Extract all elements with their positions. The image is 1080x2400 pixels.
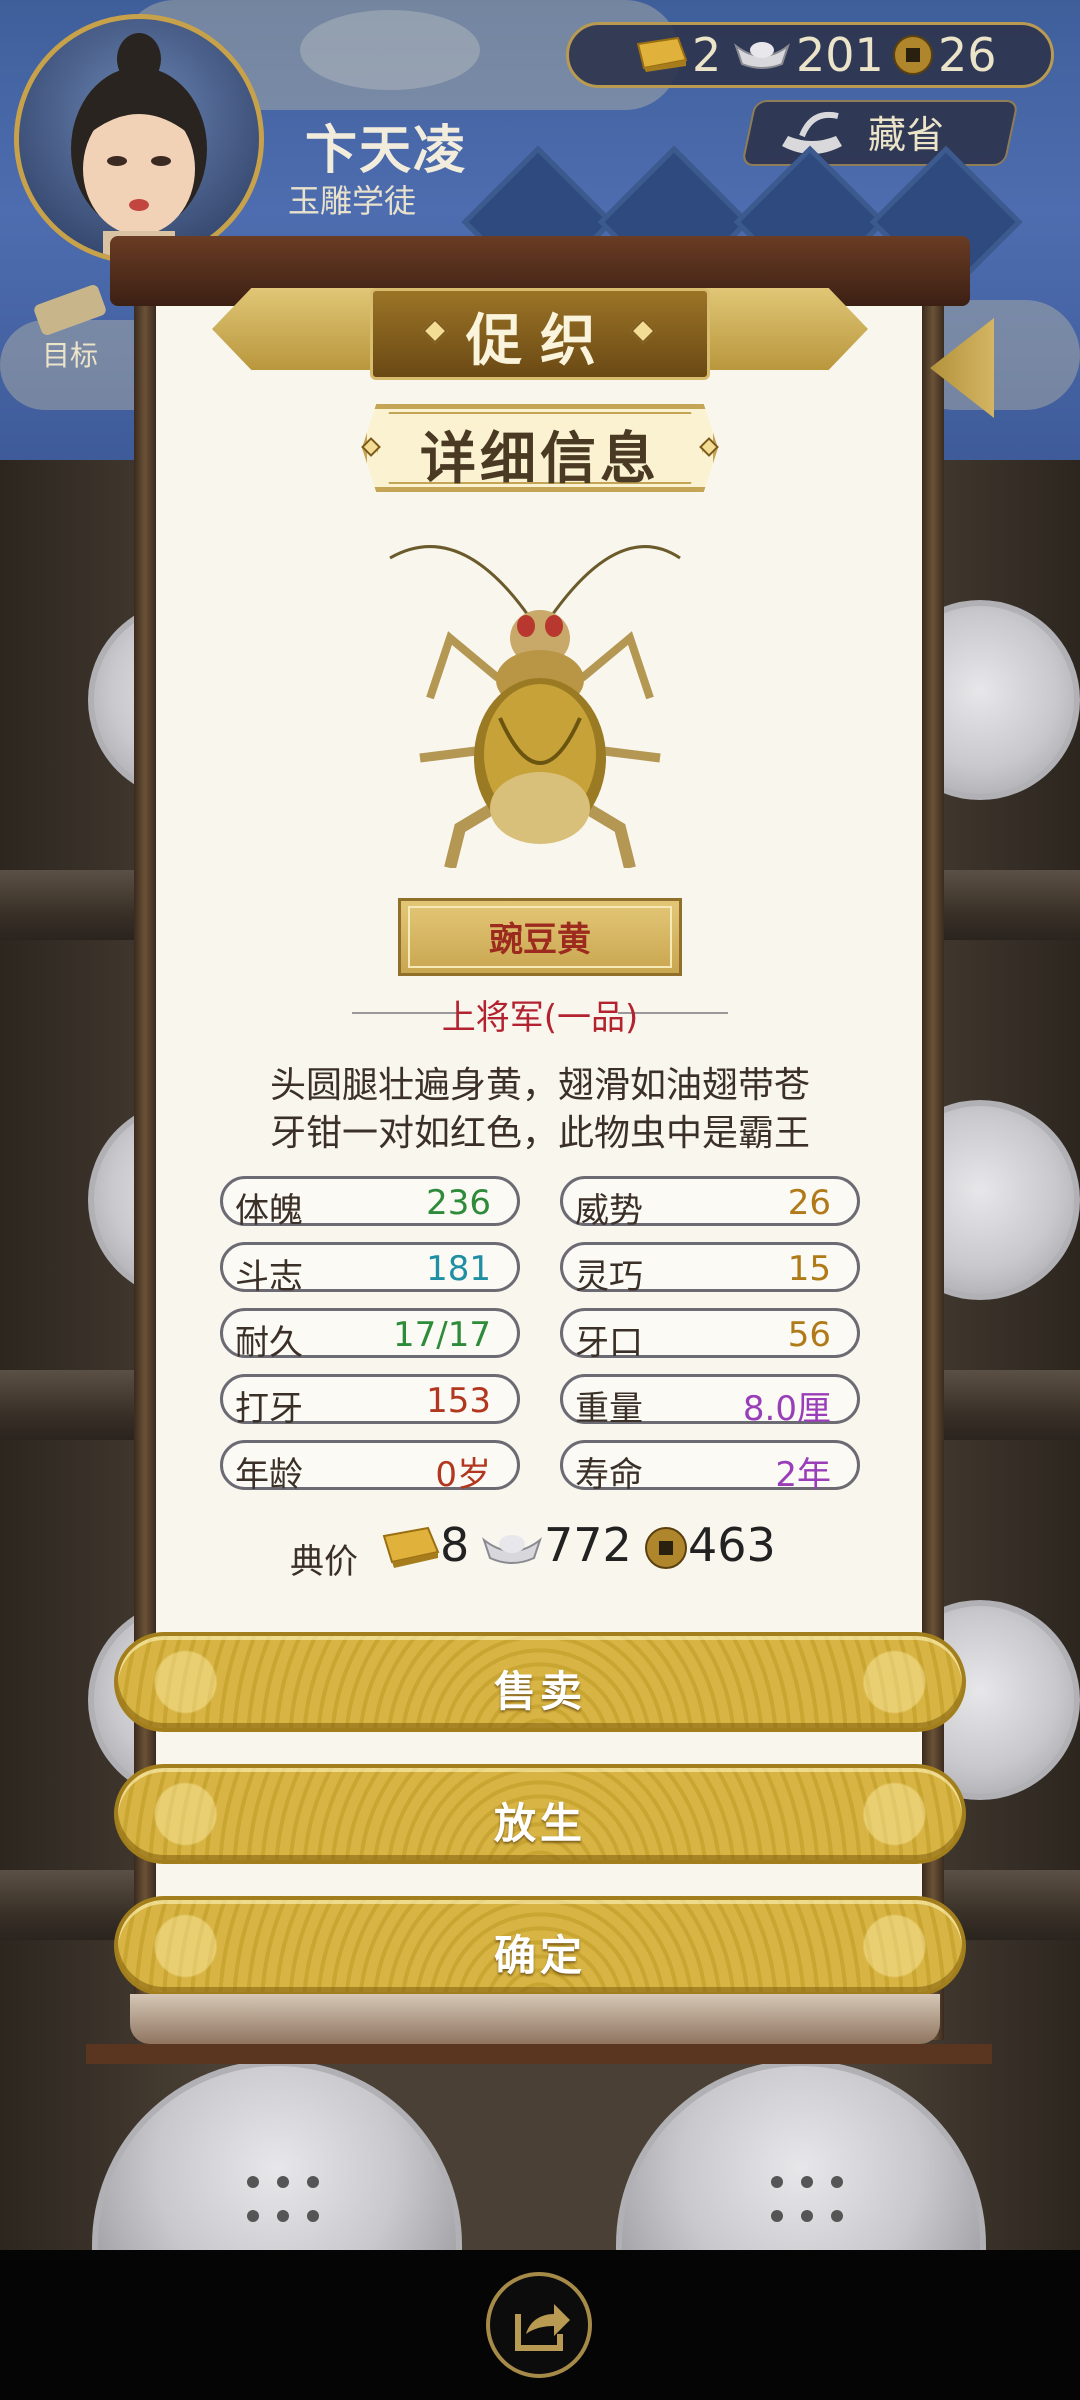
cloud-decoration [300,10,480,90]
copper-coin-icon [644,1526,688,1570]
player-name: 卞天凌 [305,121,468,181]
stat-label: 打牙 [235,1389,303,1429]
stat-label: 耐久 [235,1323,303,1363]
stat-label: 斗志 [235,1257,303,1297]
sell-button[interactable]: 售卖 [114,1632,966,1732]
stat-pill: 年龄 0岁 [220,1440,520,1495]
panel-gap [156,1862,922,1892]
goal-label[interactable]: 目标 [42,334,98,374]
price-label: 典价 [290,1542,358,1582]
scroll-bottom-roll [130,1994,940,2044]
goal-scroll-icon[interactable] [30,280,110,340]
gold-ingot-icon [374,1524,440,1570]
share-button[interactable] [486,2272,592,2378]
stat-value: 0岁 [435,1455,491,1495]
price-silver: 772 [544,1518,632,1572]
stat-value: 2年 [775,1455,831,1495]
player-avatar[interactable] [14,14,264,264]
stat-pill: 打牙 153 [220,1374,520,1429]
price-gold: 8 [440,1518,470,1572]
collection-label: 藏省 [868,113,945,157]
stat-label: 牙口 [575,1323,643,1363]
cricket-icon [380,508,700,870]
gold-ingot-icon [628,34,688,74]
cricket-rank: 上将军(一品) [441,998,639,1038]
share-icon [515,2304,570,2351]
description-line-2: 牙钳一对如红色，此物虫中是霸王 [269,1113,810,1154]
stat-pill: 灵巧 15 [560,1242,860,1297]
stat-value: 181 [426,1249,491,1289]
stat-value: 56 [787,1315,831,1355]
release-button-label: 放生 [493,1799,586,1848]
price-row: 典价 8 772 463 [290,1514,810,1584]
avatar-portrait-icon [71,33,207,259]
stat-pill: 体魄 236 [220,1176,520,1231]
panel-gap [156,1730,922,1760]
price-coin: 463 [688,1518,776,1572]
silver-ingot-icon [480,1528,544,1568]
stat-pill: 牙口 56 [560,1308,860,1363]
stat-pill: 威势 26 [560,1176,860,1231]
stat-pill: 斗志 181 [220,1242,520,1297]
player-title: 玉雕学徒 [288,182,417,220]
stat-label: 重量 [575,1389,643,1429]
confirm-button[interactable]: 确定 [114,1896,966,1996]
dialog-title: 促织 [466,309,614,374]
stat-value: 17/17 [393,1315,491,1355]
stat-label: 体魄 [235,1191,303,1231]
silver-amount: 201 [796,28,884,82]
stat-pill: 寿命 2年 [560,1440,860,1495]
stat-value: 236 [426,1183,491,1223]
scroll-base [86,2044,992,2064]
stat-value: 8.0厘 [742,1389,831,1429]
stat-label: 年龄 [235,1455,303,1495]
cricket-name: 豌豆黄 [489,920,591,960]
gold-amount: 2 [692,28,722,82]
stat-value: 153 [426,1381,491,1421]
stat-label: 灵巧 [575,1257,643,1297]
confirm-button-label: 确定 [493,1931,586,1980]
stat-value: 15 [787,1249,831,1289]
stat-label: 寿命 [575,1455,643,1495]
jar-dots-icon [771,2176,843,2224]
description-line-1: 头圆腿壮遍身黄，翅滑如油翅带苍 [269,1065,810,1106]
release-button[interactable]: 放生 [114,1764,966,1864]
jar-dots-icon [247,2176,319,2224]
silver-ingot-icon [732,36,792,72]
section-title: 详细信息 [420,427,660,492]
copper-coin-icon [892,34,934,76]
stat-label: 威势 [575,1191,643,1231]
stat-pill: 耐久 17/17 [220,1308,520,1363]
stat-pill: 重量 8.0厘 [560,1374,860,1429]
sell-button-label: 售卖 [493,1667,586,1716]
stat-value: 26 [787,1183,831,1223]
coin-amount: 26 [938,28,997,82]
